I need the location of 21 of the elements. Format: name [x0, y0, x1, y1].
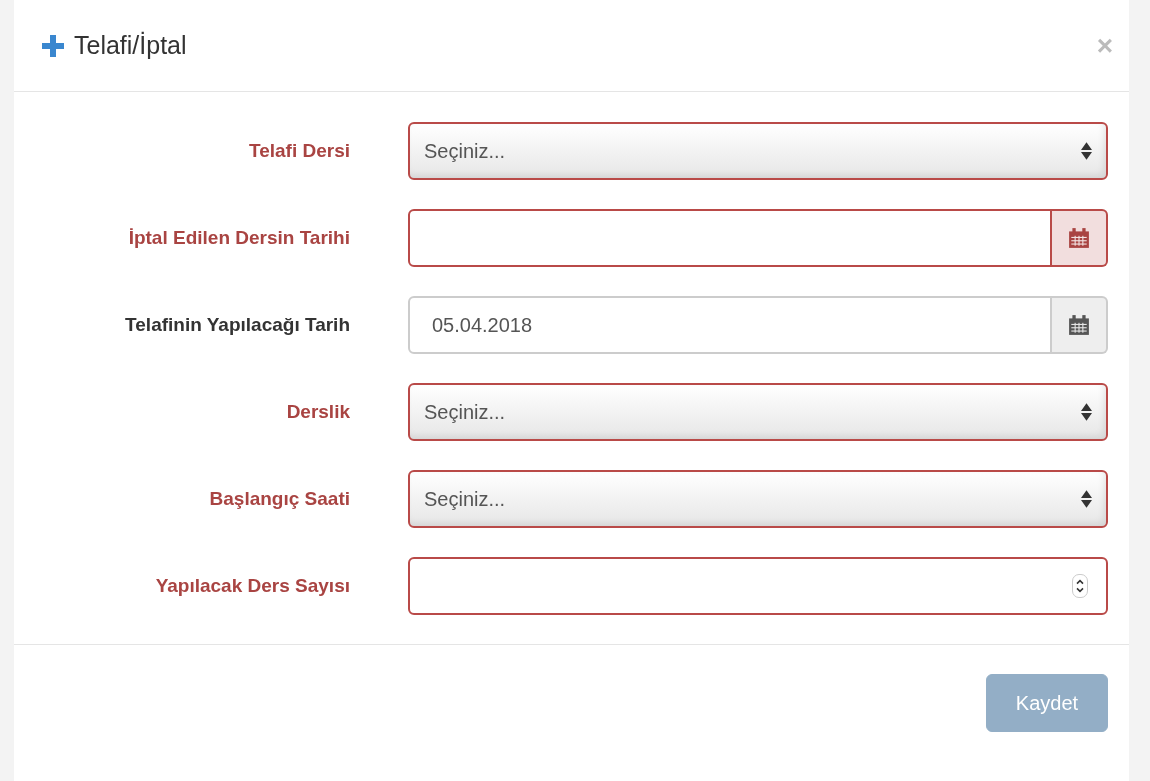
number-field[interactable]	[408, 557, 1108, 615]
calendar-icon	[1068, 314, 1090, 336]
calendar-button[interactable]	[1052, 209, 1108, 267]
field-label: Telafi Dersi	[247, 140, 350, 162]
select-field[interactable]: Seçiniz...	[408, 122, 1108, 180]
field-label: İptal Edilen Dersin Tarihi	[127, 227, 350, 249]
sort-arrows-icon	[1081, 142, 1092, 160]
select-field[interactable]: Seçiniz...	[408, 470, 1108, 528]
plus-icon	[42, 34, 64, 57]
calendar-icon	[1068, 227, 1090, 249]
spinner-icon[interactable]	[1072, 574, 1088, 598]
select-field[interactable]: Seçiniz...	[408, 383, 1108, 441]
sort-arrows-icon	[1081, 403, 1092, 421]
dialog-title: Telafi/İptal	[74, 31, 188, 60]
sort-arrows-icon	[1081, 490, 1092, 508]
date-field[interactable]: 05.04.2018	[408, 296, 1052, 354]
field-label: Yapılacak Ders Sayısı	[154, 575, 350, 597]
field-label: Başlangıç Saati	[208, 488, 350, 510]
field-label: Telafinin Yapılacağı Tarih	[124, 314, 350, 336]
field-label: Derslik	[285, 401, 350, 423]
date-field[interactable]	[408, 209, 1052, 267]
